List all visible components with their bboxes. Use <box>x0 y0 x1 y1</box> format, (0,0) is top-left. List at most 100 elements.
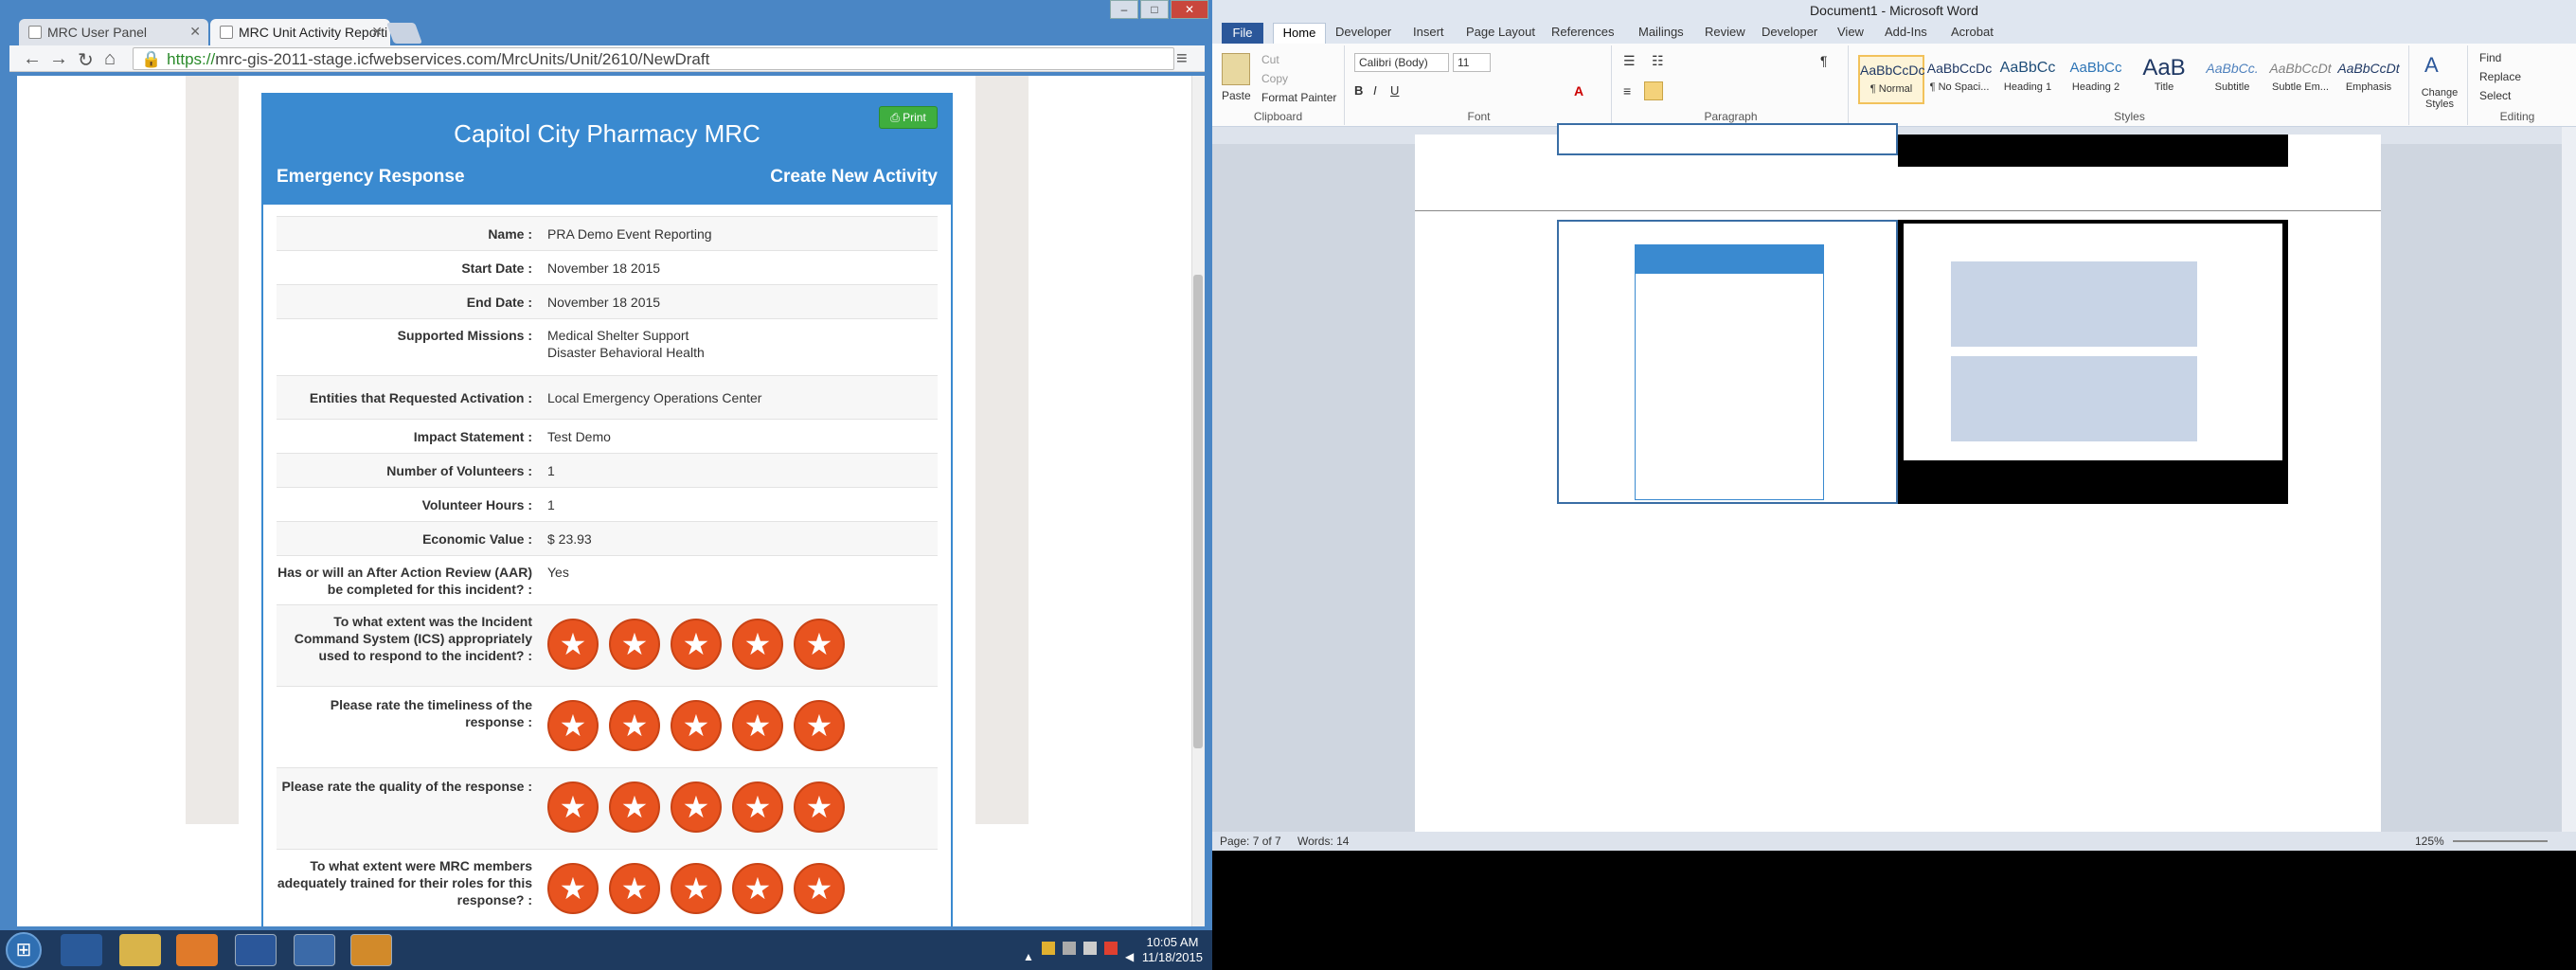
address-bar[interactable]: 🔒 https://mrc-gis-2011-stage.icfwebservic… <box>133 47 1174 70</box>
star-icon[interactable]: ★ <box>671 781 722 833</box>
word-icon[interactable] <box>235 934 277 966</box>
star-icon[interactable]: ★ <box>732 863 783 914</box>
create-new-activity-link[interactable]: Create New Activity <box>770 167 938 188</box>
style-subtle-emphasis[interactable]: AaBbCcDt Subtle Em... <box>2267 55 2334 104</box>
start-button[interactable]: ⊞ <box>6 932 42 968</box>
select-button[interactable]: Select <box>2479 89 2511 102</box>
document-page[interactable] <box>1415 123 2381 835</box>
star-icon[interactable]: ★ <box>547 619 599 670</box>
underline-button[interactable]: U <box>1390 83 1399 98</box>
network-icon[interactable] <box>1083 942 1097 955</box>
tab-page-layout[interactable]: Page Layout <box>1466 25 1535 39</box>
device-tray-icon[interactable] <box>1063 942 1076 955</box>
file-explorer-icon[interactable] <box>119 934 161 966</box>
zoom-level[interactable]: 125% <box>2415 832 2444 851</box>
font-name-select[interactable]: Calibri (Body) <box>1354 53 1449 72</box>
media-player-icon[interactable] <box>176 934 218 966</box>
star-icon[interactable]: ★ <box>794 700 845 751</box>
align-left-icon[interactable]: ≡ <box>1623 83 1631 99</box>
star-icon[interactable]: ★ <box>547 700 599 751</box>
align-center-icon[interactable] <box>1644 81 1663 100</box>
cut-button[interactable]: Cut <box>1261 53 1279 66</box>
reload-icon[interactable]: ↻ <box>78 48 94 72</box>
star-rating[interactable]: ★ ★ ★ ★ ★ <box>547 781 845 833</box>
font-size-select[interactable]: 11 <box>1453 53 1491 72</box>
tab-acrobat[interactable]: Acrobat <box>1951 25 1994 39</box>
volume-icon[interactable]: ◀ <box>1125 942 1138 963</box>
lock-tray-icon[interactable] <box>1042 942 1055 955</box>
star-icon[interactable]: ★ <box>609 619 660 670</box>
close-tab-icon[interactable]: ✕ <box>371 24 383 40</box>
star-rating[interactable]: ★ ★ ★ ★ ★ <box>547 863 845 914</box>
scrollbar-thumb[interactable] <box>1193 275 1203 748</box>
close-tab-icon[interactable]: ✕ <box>189 24 201 40</box>
system-clock[interactable]: 10:05 AM 11/18/2015 <box>1142 935 1203 965</box>
replace-button[interactable]: Replace <box>2479 70 2521 83</box>
star-icon[interactable]: ★ <box>732 619 783 670</box>
format-painter-button[interactable]: Format Painter <box>1261 91 1336 104</box>
tab-mailings[interactable]: Mailings <box>1638 25 1684 39</box>
action-center-icon[interactable] <box>1104 942 1118 955</box>
star-icon[interactable]: ★ <box>671 700 722 751</box>
tab-view[interactable]: View <box>1837 25 1864 39</box>
star-rating[interactable]: ★ ★ ★ ★ ★ <box>547 619 845 670</box>
back-arrow-icon[interactable]: ← <box>23 48 42 70</box>
internet-explorer-icon[interactable] <box>61 934 102 966</box>
pilcrow-icon[interactable]: ¶ <box>1820 53 1828 68</box>
star-icon[interactable]: ★ <box>609 863 660 914</box>
find-button[interactable]: Find <box>2479 51 2501 64</box>
embedded-browser-screenshot[interactable] <box>1557 220 1898 504</box>
font-color-button[interactable]: A <box>1574 83 1583 99</box>
embedded-desktop-screenshot[interactable] <box>1898 220 2288 504</box>
tray-arrow-icon[interactable]: ▲ <box>1023 942 1036 963</box>
paste-button[interactable]: Paste <box>1222 89 1251 102</box>
bold-button[interactable]: B <box>1354 83 1363 98</box>
tab-references[interactable]: References <box>1551 25 1614 39</box>
star-icon[interactable]: ★ <box>547 863 599 914</box>
document-scrollbar[interactable] <box>2562 127 2576 832</box>
menu-icon[interactable]: ≡ <box>1176 48 1188 70</box>
star-icon[interactable]: ★ <box>671 863 722 914</box>
bullets-icon[interactable]: ☰ <box>1623 53 1636 69</box>
star-icon[interactable]: ★ <box>794 863 845 914</box>
maximize-button[interactable]: □ <box>1140 0 1169 19</box>
style-title[interactable]: AaB Title <box>2131 55 2197 104</box>
style-heading-2[interactable]: AaBbCc Heading 2 <box>2063 55 2129 104</box>
style-normal[interactable]: AaBbCcDc ¶ Normal <box>1858 55 1924 104</box>
tab-review[interactable]: Review <box>1705 25 1745 39</box>
word-count[interactable]: Words: 14 <box>1297 832 1349 851</box>
change-styles-button[interactable]: A Change Styles <box>2411 45 2468 125</box>
star-icon[interactable]: ★ <box>732 700 783 751</box>
new-tab-button[interactable] <box>385 23 423 44</box>
style-emphasis[interactable]: AaBbCcDt Emphasis <box>2335 55 2402 104</box>
star-rating[interactable]: ★ ★ ★ ★ ★ <box>547 700 845 751</box>
star-icon[interactable]: ★ <box>609 700 660 751</box>
style-heading-1[interactable]: AaBbCc Heading 1 <box>1995 55 2061 104</box>
italic-button[interactable]: I <box>1373 83 1377 98</box>
numbering-icon[interactable]: ☷ <box>1652 53 1664 69</box>
tab-home[interactable]: Home <box>1273 23 1326 44</box>
print-button[interactable]: ⎙ Print <box>879 106 938 129</box>
star-icon[interactable]: ★ <box>794 619 845 670</box>
zoom-slider[interactable] <box>2453 840 2548 842</box>
tab-developer[interactable]: Developer <box>1335 25 1391 39</box>
tab-developer-2[interactable]: Developer <box>1762 25 1817 39</box>
chrome-icon[interactable] <box>294 934 335 966</box>
star-icon[interactable]: ★ <box>794 781 845 833</box>
tab-file[interactable]: File <box>1222 23 1263 44</box>
star-icon[interactable]: ★ <box>732 781 783 833</box>
outlook-icon[interactable] <box>350 934 392 966</box>
star-icon[interactable]: ★ <box>671 619 722 670</box>
star-icon[interactable]: ★ <box>609 781 660 833</box>
style-subtitle[interactable]: AaBbCc. Subtitle <box>2199 55 2265 104</box>
copy-button[interactable]: Copy <box>1261 72 1288 85</box>
star-icon[interactable]: ★ <box>547 781 599 833</box>
page-count[interactable]: Page: 7 of 7 <box>1220 832 1281 851</box>
forward-arrow-icon[interactable]: → <box>49 48 68 70</box>
paste-icon[interactable] <box>1222 53 1250 85</box>
tab-mrc-user-panel[interactable]: MRC User Panel ✕ <box>19 19 208 45</box>
tab-add-ins[interactable]: Add-Ins <box>1885 25 1927 39</box>
style-no-spacing[interactable]: AaBbCcDc ¶ No Spaci... <box>1926 55 1993 104</box>
tab-insert[interactable]: Insert <box>1413 25 1444 39</box>
tab-mrc-unit-activity[interactable]: MRC Unit Activity Reporti ✕ <box>210 19 390 45</box>
